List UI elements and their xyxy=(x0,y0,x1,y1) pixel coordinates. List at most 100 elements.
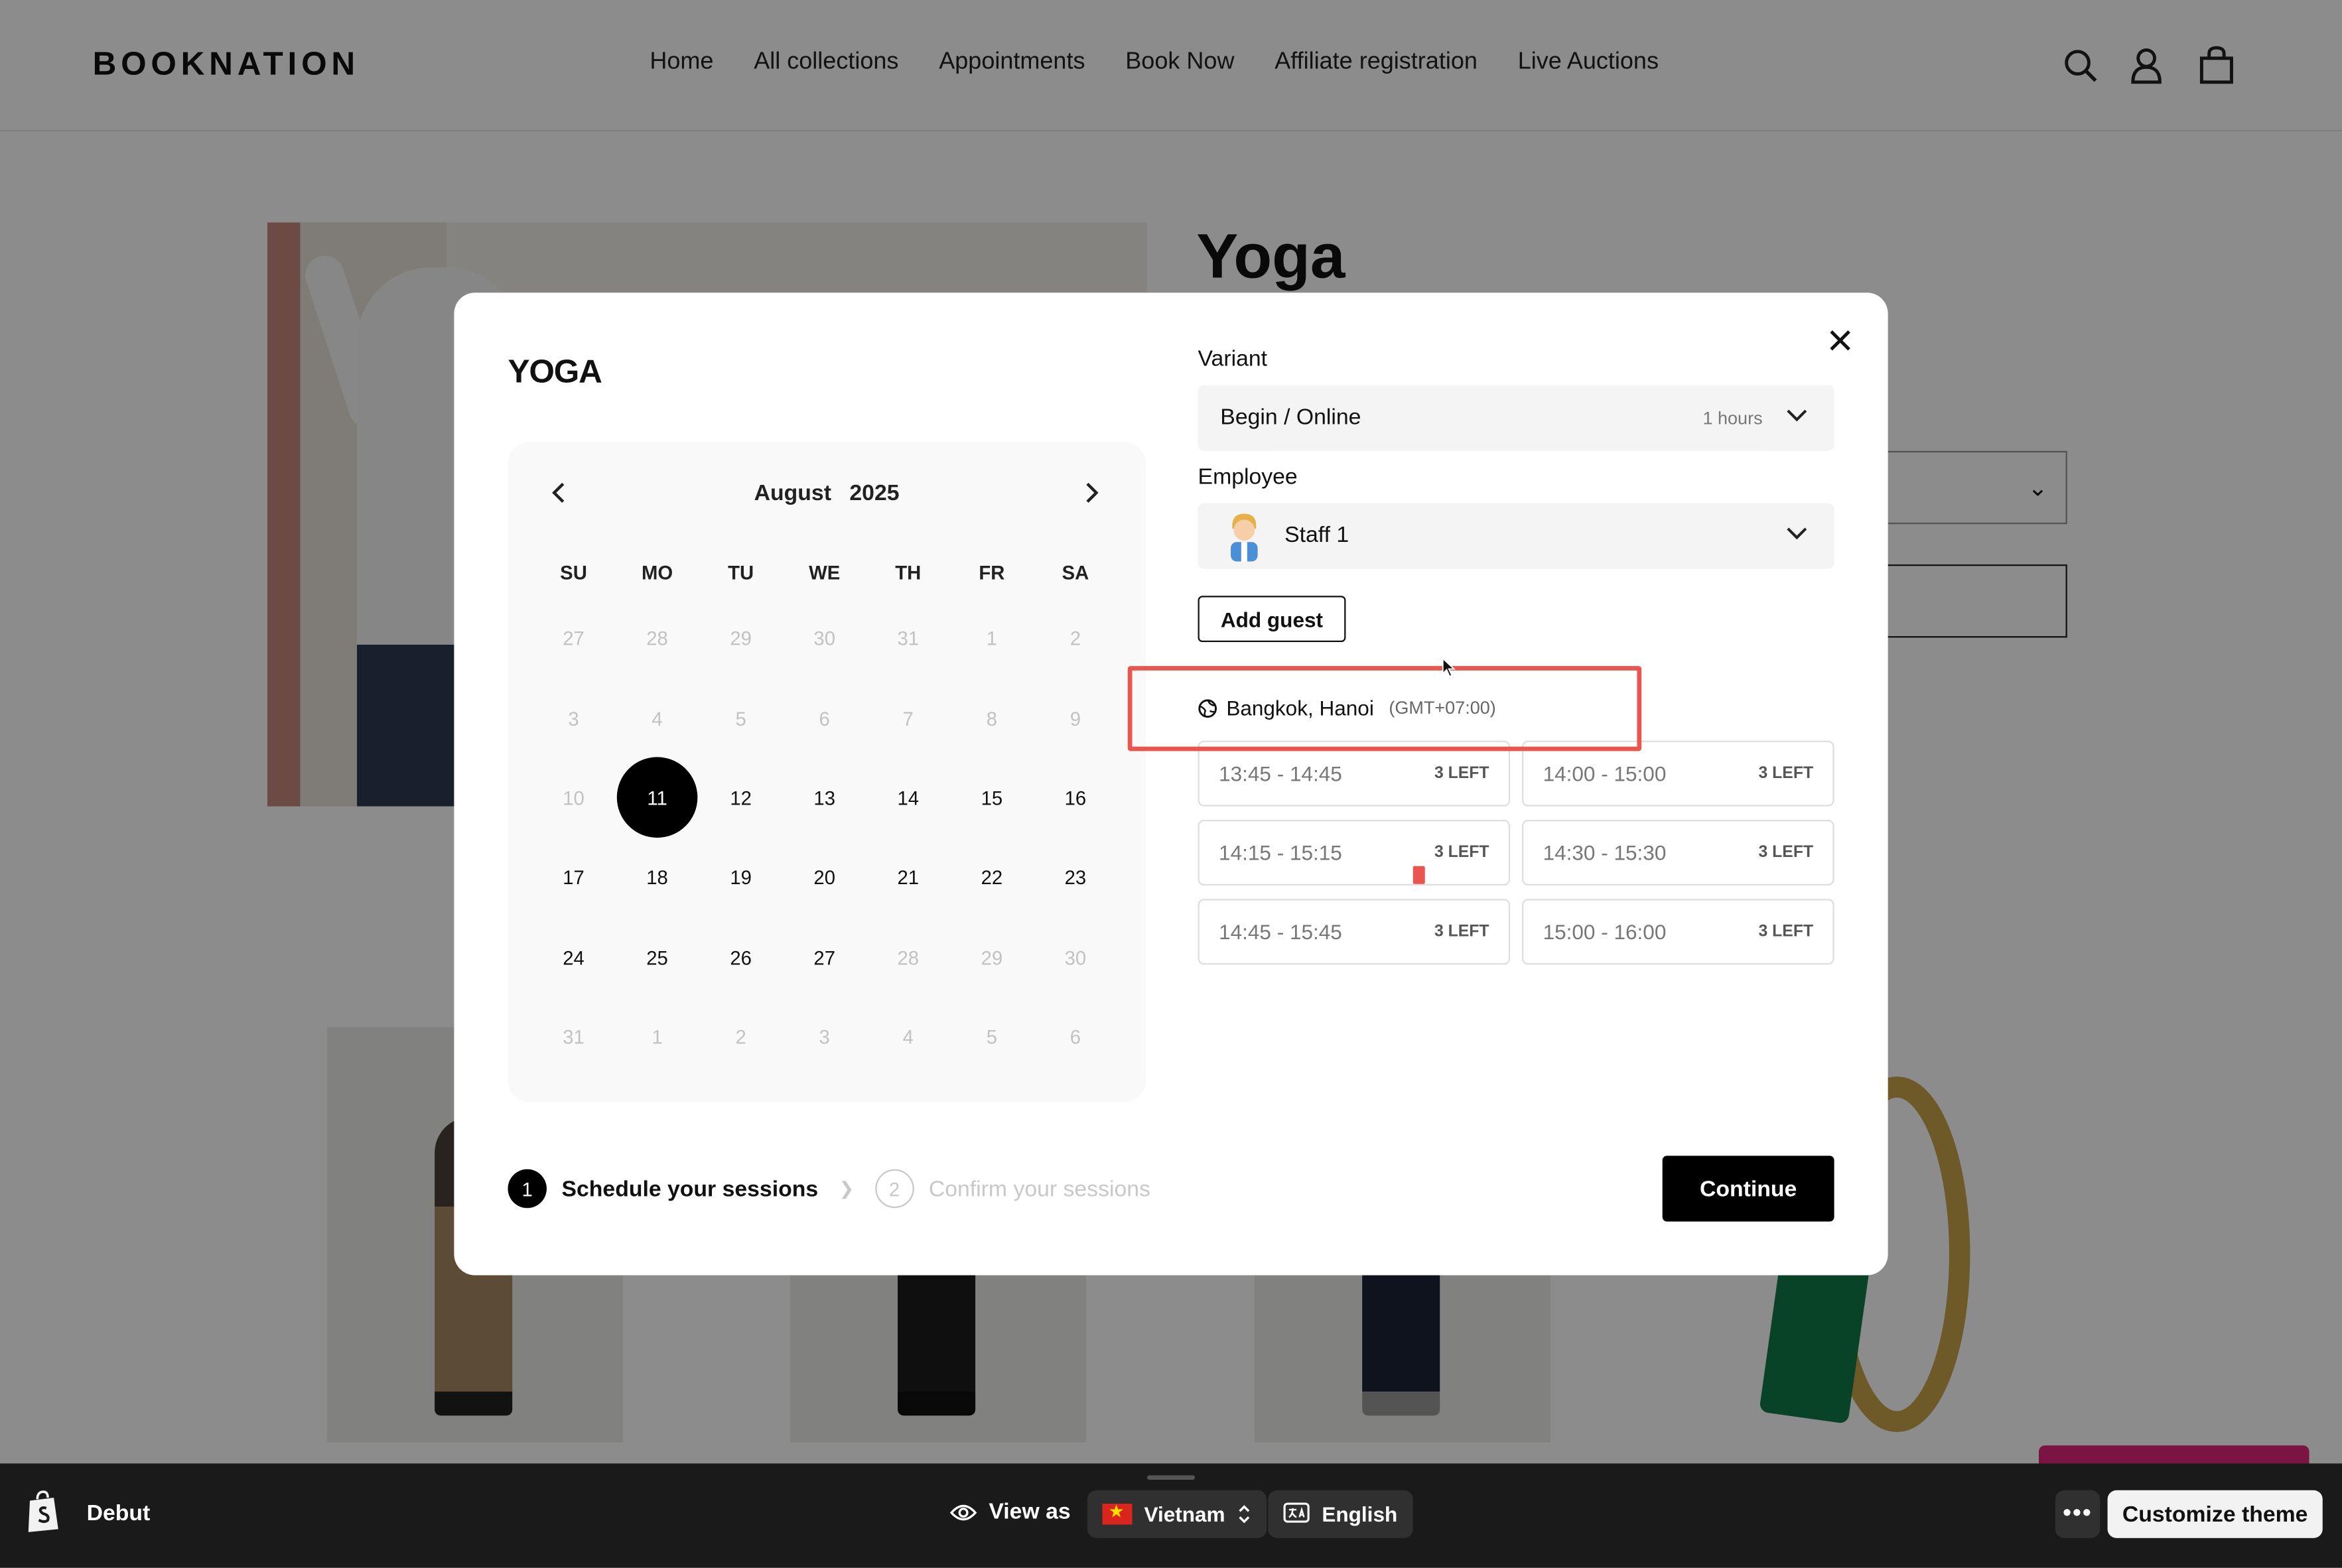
step-number-active: 1 xyxy=(508,1169,547,1209)
employee-label: Employee xyxy=(1198,464,1298,490)
calendar-day-number: 13 xyxy=(813,787,836,810)
calendar-day-number: 4 xyxy=(902,1025,914,1049)
view-as-label: View as xyxy=(949,1499,1071,1525)
calendar-day-number: 2 xyxy=(1069,627,1081,650)
calendar-day-number: 15 xyxy=(981,787,1003,810)
booking-steps: 1 Schedule your sessions ❯ 2 Confirm you… xyxy=(508,1169,1150,1209)
vietnam-flag-icon xyxy=(1102,1501,1133,1525)
variant-value: Begin / Online xyxy=(1220,405,1361,430)
calendar-month: August xyxy=(754,480,831,507)
slot-availability: 3 LEFT xyxy=(1758,923,1814,941)
calendar-day[interactable]: 23 xyxy=(1034,838,1117,917)
continue-button[interactable]: Continue xyxy=(1662,1155,1834,1222)
calendar-day: 7 xyxy=(866,679,950,758)
mouse-cursor-icon xyxy=(1442,657,1456,678)
calendar-day[interactable]: 24 xyxy=(531,918,615,998)
close-button[interactable] xyxy=(1823,322,1858,358)
calendar-day: 1 xyxy=(616,998,699,1077)
calendar-day: 29 xyxy=(950,918,1034,998)
more-options-button[interactable]: ••• xyxy=(2055,1490,2101,1538)
calendar-day[interactable]: 15 xyxy=(950,758,1034,838)
calendar-day-number: 1 xyxy=(986,627,997,650)
employee-value: Staff 1 xyxy=(1284,522,1349,549)
chevron-right-icon xyxy=(1086,482,1099,503)
weekday-label: TU xyxy=(728,561,754,584)
modal-title: YOGA xyxy=(508,352,602,390)
calendar-day-number: 17 xyxy=(563,866,585,889)
calendar-day-number: 12 xyxy=(730,787,752,810)
calendar-day: 1 xyxy=(950,599,1034,679)
calendar-day-number: 22 xyxy=(981,866,1003,889)
calendar-day-number: 14 xyxy=(897,787,920,810)
calendar-day[interactable]: 17 xyxy=(531,838,615,917)
weekday-label: WE xyxy=(809,561,841,584)
calendar-day[interactable]: 27 xyxy=(783,918,866,998)
time-slot-list: 13:45 - 14:45 3 LEFT 14:00 - 15:00 3 LEFT … xyxy=(1198,740,1834,965)
next-month-button[interactable] xyxy=(1071,472,1113,513)
calendar-day-number: 1 xyxy=(652,1025,663,1049)
calendar-day[interactable]: 14 xyxy=(866,758,950,838)
language-selector[interactable]: English xyxy=(1268,1490,1412,1538)
time-slot[interactable]: 14:30 - 15:30 3 LEFT xyxy=(1522,819,1834,886)
calendar-day: 28 xyxy=(616,599,699,679)
calendar-day-number: 19 xyxy=(730,866,752,889)
calendar-day: 3 xyxy=(783,998,866,1077)
calendar-day: 29 xyxy=(699,599,783,679)
time-slot[interactable]: 14:15 - 15:15 3 LEFT xyxy=(1198,819,1511,886)
calendar-day: 6 xyxy=(783,679,866,758)
slot-availability: 3 LEFT xyxy=(1434,764,1489,783)
calendar-day-number: 29 xyxy=(730,627,752,650)
calendar-day: 30 xyxy=(1034,918,1117,998)
calendar-day[interactable]: 22 xyxy=(950,838,1034,917)
calendar-day: 10 xyxy=(531,758,615,838)
calendar-day-number: 11 xyxy=(616,757,698,839)
drag-handle[interactable] xyxy=(1146,1475,1196,1480)
calendar-day-number: 28 xyxy=(646,627,668,650)
calendar-day[interactable]: 20 xyxy=(783,838,866,917)
country-selector[interactable]: Vietnam xyxy=(1087,1490,1267,1538)
variant-select[interactable]: Begin / Online 1 hours xyxy=(1198,385,1834,451)
calendar-day-number: 27 xyxy=(563,627,585,650)
time-slot[interactable]: 14:45 - 15:45 3 LEFT xyxy=(1198,899,1511,965)
chevron-right-icon: ❯ xyxy=(839,1178,855,1199)
calendar-day[interactable]: 21 xyxy=(866,838,950,917)
close-icon xyxy=(1830,330,1850,351)
calendar-day[interactable]: 26 xyxy=(699,918,783,998)
calendar-day[interactable]: 25 xyxy=(616,918,699,998)
calendar-day: 2 xyxy=(1034,599,1117,679)
variant-duration: 1 hours xyxy=(1702,407,1763,429)
theme-preview-bar: Debut View as Vietnam English ••• Custom… xyxy=(0,1463,2342,1568)
slot-time: 14:00 - 15:00 xyxy=(1543,761,1667,786)
translate-icon xyxy=(1283,1502,1310,1523)
calendar-day-number: 30 xyxy=(1064,946,1087,969)
calendar-year: 2025 xyxy=(849,480,900,507)
calendar-day[interactable]: 19 xyxy=(699,838,783,917)
calendar-day[interactable]: 13 xyxy=(783,758,866,838)
slot-time: 14:45 - 15:45 xyxy=(1219,919,1342,944)
calendar-day-number: 8 xyxy=(986,707,997,730)
date-calendar: August 2025 SU MO TU WE TH FR SA 27 28 29 3… xyxy=(508,442,1146,1102)
calendar-day-selected[interactable]: 11 xyxy=(616,757,699,839)
calendar-day-number: 7 xyxy=(902,707,914,730)
step-label-confirm: Confirm your sessions xyxy=(928,1175,1150,1202)
variant-label: Variant xyxy=(1198,346,1268,372)
calendar-day-number: 3 xyxy=(819,1025,830,1049)
calendar-day: 30 xyxy=(783,599,866,679)
slot-time: 13:45 - 14:45 xyxy=(1219,761,1342,786)
view-as-text: View as xyxy=(989,1499,1071,1525)
add-guest-button[interactable]: Add guest xyxy=(1198,596,1346,643)
calendar-day: 9 xyxy=(1034,679,1117,758)
weekday-label: MO xyxy=(641,561,673,584)
slot-time: 15:00 - 16:00 xyxy=(1543,919,1667,944)
time-slot[interactable]: 15:00 - 16:00 3 LEFT xyxy=(1522,899,1834,965)
employee-select[interactable]: Staff 1 xyxy=(1198,503,1834,569)
calendar-day[interactable]: 16 xyxy=(1034,758,1117,838)
calendar-day-number: 5 xyxy=(735,707,746,730)
customize-theme-button[interactable]: Customize theme xyxy=(2107,1490,2323,1538)
calendar-day[interactable]: 18 xyxy=(616,838,699,917)
calendar-day: 28 xyxy=(866,918,950,998)
calendar-day-number: 23 xyxy=(1064,866,1087,889)
annotation-marker xyxy=(1412,866,1425,884)
calendar-day[interactable]: 12 xyxy=(699,758,783,838)
calendar-day-number: 16 xyxy=(1064,787,1087,810)
